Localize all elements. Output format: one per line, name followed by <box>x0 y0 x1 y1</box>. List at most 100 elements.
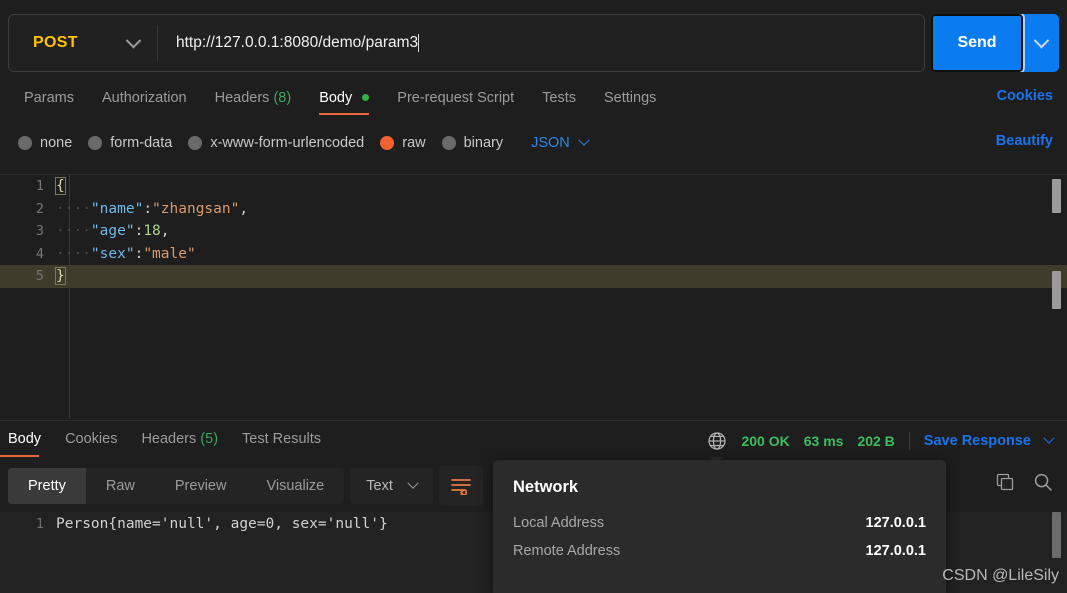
chevron-down-icon[interactable] <box>1043 432 1055 444</box>
network-globe-icon[interactable] <box>707 431 727 464</box>
json-comma: , <box>160 223 170 240</box>
response-meta: 200 OK 63 ms 202 B Save Response <box>707 431 1055 464</box>
indent-dots: ···· <box>56 245 91 262</box>
tooltip-value: 127.0.0.1 <box>865 543 926 559</box>
tab-params[interactable]: Params <box>10 86 88 115</box>
tab-authorization[interactable]: Authorization <box>88 86 201 115</box>
tab-count: (8) <box>273 89 292 106</box>
save-response-button[interactable]: Save Response <box>924 433 1031 449</box>
view-pretty[interactable]: Pretty <box>8 468 86 504</box>
response-type-select[interactable]: Text <box>350 468 433 504</box>
editor-line: 3 ···· "age":18, <box>0 220 1067 243</box>
response-tab-body[interactable]: Body <box>0 425 53 457</box>
tab-label: Pre-request Script <box>397 89 515 106</box>
tooltip-value: 127.0.0.1 <box>865 515 926 531</box>
editor-scrollbar-thumb-secondary[interactable] <box>1052 271 1061 309</box>
json-colon: : <box>143 200 153 217</box>
body-format-label: JSON <box>531 135 570 151</box>
method-url-group: POST http://127.0.0.1:8080/demo/param3 <box>8 14 925 72</box>
editor-scrollbar[interactable] <box>1052 175 1061 418</box>
radio-selected-icon <box>380 136 395 150</box>
http-method-label: POST <box>33 34 78 51</box>
response-status: 200 OK <box>741 432 790 449</box>
send-button-group: Send <box>931 14 1059 72</box>
tab-body[interactable]: Body <box>305 86 383 115</box>
response-body-text: Person{name='null', age=0, sex='null'} <box>56 516 388 532</box>
line-number: 2 <box>35 200 44 217</box>
editor-scrollbar-thumb[interactable] <box>1052 179 1061 213</box>
json-value: 18 <box>143 223 161 240</box>
send-button[interactable]: Send <box>931 14 1025 72</box>
tab-tests[interactable]: Tests <box>528 86 590 115</box>
request-body-editor[interactable]: 1 { 2 ···· "name": "zhangsan", 3 ···· "age"… <box>0 174 1067 418</box>
response-status-bar: Body Cookies Headers (5) Test Results 20… <box>0 420 1067 464</box>
tab-pre-request-script[interactable]: Pre-request Script <box>383 86 528 115</box>
body-type-binary[interactable]: binary <box>440 133 514 153</box>
beautify-button[interactable]: Beautify <box>996 133 1053 149</box>
tooltip-title: Network <box>513 478 579 496</box>
tab-count: (5) <box>200 430 219 447</box>
body-modified-dot-icon <box>362 94 370 102</box>
response-size: 202 B <box>857 432 895 449</box>
response-tab-test-results[interactable]: Test Results <box>230 425 333 457</box>
json-colon: : <box>134 223 144 240</box>
view-preview[interactable]: Preview <box>155 468 247 504</box>
line-number: 1 <box>35 516 44 532</box>
body-type-label: none <box>40 135 73 151</box>
tooltip-label: Remote Address <box>513 543 621 559</box>
body-type-label: binary <box>463 135 504 151</box>
tooltip-row: Local Address 127.0.0.1 <box>513 515 926 531</box>
send-options-button[interactable] <box>1019 14 1059 72</box>
word-wrap-button[interactable] <box>438 466 483 506</box>
cookies-link[interactable]: Cookies <box>997 88 1053 104</box>
tab-headers[interactable]: Headers (8) <box>201 86 306 115</box>
json-key: "name" <box>90 200 144 217</box>
body-type-form-data[interactable]: form-data <box>86 133 182 153</box>
json-value: "zhangsan" <box>152 200 240 217</box>
view-visualize[interactable]: Visualize <box>246 468 344 504</box>
editor-line: 4 ···· "sex": "male" <box>0 243 1067 266</box>
indent-dots: ···· <box>56 200 91 217</box>
copy-icon[interactable] <box>995 472 1015 492</box>
tab-label: Cookies <box>65 430 118 447</box>
response-scrollbar[interactable] <box>1052 512 1061 572</box>
http-method-select[interactable]: POST <box>9 15 157 71</box>
line-number: 5 <box>35 268 44 285</box>
text-caret <box>418 34 420 52</box>
tooltip-label: Local Address <box>513 515 605 531</box>
tab-settings[interactable]: Settings <box>590 86 670 115</box>
url-text: http://127.0.0.1:8080/demo/param3 <box>176 34 419 51</box>
body-format-select[interactable]: JSON <box>531 134 590 151</box>
body-type-raw[interactable]: raw <box>378 133 435 153</box>
body-type-urlencoded[interactable]: x-www-form-urlencoded <box>186 133 374 153</box>
radio-icon <box>441 136 456 150</box>
editor-line: 2 ···· "name": "zhangsan", <box>0 198 1067 221</box>
tab-label: Headers <box>214 89 270 106</box>
response-tab-headers[interactable]: Headers (5) <box>129 425 230 457</box>
response-scrollbar-thumb[interactable] <box>1052 512 1061 558</box>
view-raw[interactable]: Raw <box>86 468 155 504</box>
line-number: 3 <box>35 223 44 240</box>
response-type-label: Text <box>366 478 393 494</box>
chevron-down-icon <box>1033 32 1049 48</box>
line-number: 1 <box>35 178 44 195</box>
url-input[interactable]: http://127.0.0.1:8080/demo/param3 <box>158 15 924 71</box>
body-type-none[interactable]: none <box>16 133 82 153</box>
chevron-down-icon <box>407 477 419 489</box>
divider <box>908 431 910 450</box>
search-icon[interactable] <box>1033 472 1053 492</box>
postman-window: POST http://127.0.0.1:8080/demo/param3 S… <box>0 0 1067 593</box>
network-tooltip: Network Local Address 127.0.0.1 Remote A… <box>493 460 946 593</box>
radio-icon <box>18 136 32 150</box>
tab-label: Headers <box>141 430 197 447</box>
response-tab-cookies[interactable]: Cookies <box>53 425 129 457</box>
json-brace: } <box>55 267 66 286</box>
tooltip-row: Remote Address 127.0.0.1 <box>513 543 926 559</box>
tab-label: Body <box>319 89 353 106</box>
response-action-icons <box>995 472 1053 492</box>
editor-line: 1 { <box>0 175 1067 198</box>
json-value: "male" <box>143 245 196 262</box>
request-url-bar: POST http://127.0.0.1:8080/demo/param3 S… <box>8 14 1059 72</box>
tab-label: Params <box>24 89 74 106</box>
chevron-down-icon <box>125 32 142 48</box>
